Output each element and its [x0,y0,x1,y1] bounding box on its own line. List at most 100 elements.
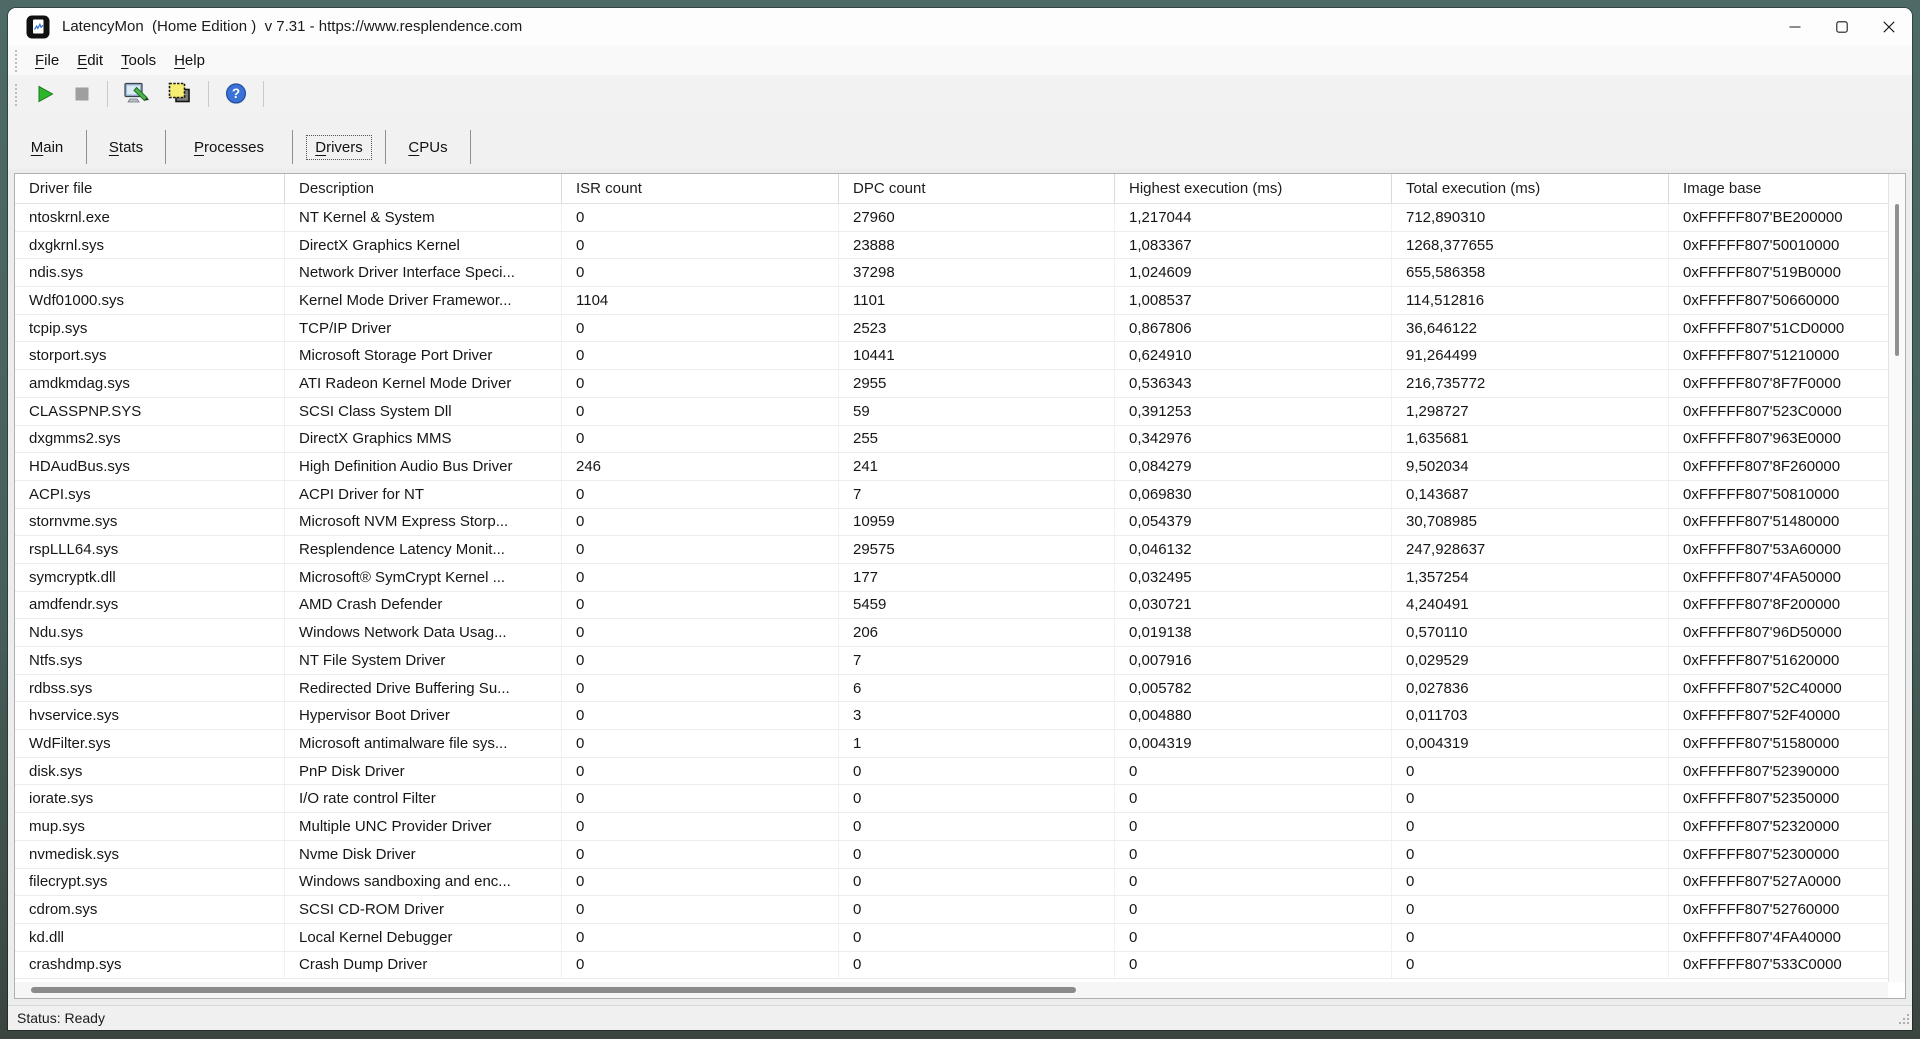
table-cell-dpc-count: 23888 [839,231,1115,259]
table-cell-total-execution: 0 [1392,785,1669,813]
table-row[interactable]: iorate.sys I/O rate control Filter 0 0 0… [15,785,1888,814]
column-header-isr-count[interactable]: ISR count [562,174,839,203]
table-row[interactable]: disk.sys PnP Disk Driver 0 0 0 0 0xFFFFF… [15,757,1888,786]
table-cell-isr-count: 0 [562,425,839,453]
table-row[interactable]: filecrypt.sys Windows sandboxing and enc… [15,868,1888,897]
table-row[interactable]: rdbss.sys Redirected Drive Buffering Su.… [15,674,1888,703]
table-cell-total-execution: 1,298727 [1392,397,1669,425]
maximize-button[interactable] [1818,8,1865,45]
vertical-scrollbar[interactable] [1888,174,1905,982]
table-row[interactable]: Ntfs.sys NT File System Driver 0 7 0,007… [15,647,1888,675]
column-header-image-base[interactable]: Image base [1669,174,1905,203]
horizontal-scrollbar-thumb[interactable] [31,987,1076,993]
table-row[interactable]: ndis.sys Network Driver Interface Speci.… [15,259,1888,288]
table-cell-dpc-count: 0 [839,951,1115,979]
table-row[interactable]: mup.sys Multiple UNC Provider Driver 0 0… [15,813,1888,841]
table-row[interactable]: tcpip.sys TCP/IP Driver 0 2523 0,867806 … [15,314,1888,343]
table-row[interactable]: kd.dll Local Kernel Debugger 0 0 0 0 0xF… [15,923,1888,952]
tab-stats[interactable]: Stats [87,130,166,164]
column-header-highest-execution[interactable]: Highest execution (ms) [1115,174,1392,203]
table-cell-driver-file: HDAudBus.sys [15,453,285,480]
tab-drivers[interactable]: Drivers [293,130,386,164]
table-cell-isr-count: 1104 [562,287,839,314]
drag-gripper[interactable] [14,82,19,106]
table-cell-highest-execution: 1,083367 [1115,231,1392,259]
table-cell-dpc-count: 0 [839,923,1115,951]
drag-gripper[interactable] [14,48,19,72]
table-row[interactable]: amdfendr.sys AMD Crash Defender 0 5459 0… [15,591,1888,620]
table-row[interactable]: nvmedisk.sys Nvme Disk Driver 0 0 0 0 0x… [15,840,1888,869]
table-row[interactable]: cdrom.sys SCSI CD-ROM Driver 0 0 0 0 0xF… [15,896,1888,924]
table-row[interactable]: CLASSPNP.SYS SCSI Class System Dll 0 59 … [15,397,1888,426]
table-cell-isr-count: 0 [562,840,839,868]
tab-cpus[interactable]: CPUs [386,130,471,164]
column-header-driver-file[interactable]: Driver file [15,174,285,203]
table-row[interactable]: dxgkrnl.sys DirectX Graphics Kernel 0 23… [15,231,1888,260]
table-row[interactable]: storport.sys Microsoft Storage Port Driv… [15,342,1888,371]
table-cell-description: ACPI Driver for NT [285,480,562,508]
table-cell-isr-count: 0 [562,314,839,342]
table-cell-isr-count: 0 [562,536,839,563]
table-cell-dpc-count: 0 [839,757,1115,785]
table-cell-driver-file: stornvme.sys [15,508,285,536]
table-cell-dpc-count: 6 [839,674,1115,702]
column-header-dpc-count[interactable]: DPC count [839,174,1115,203]
table-row[interactable]: hvservice.sys Hypervisor Boot Driver 0 3… [15,702,1888,731]
table-cell-highest-execution: 1,008537 [1115,287,1392,314]
help-button[interactable]: ? [218,80,254,108]
table-row[interactable]: WdFilter.sys Microsoft antimalware file … [15,730,1888,758]
table-cell-highest-execution: 0 [1115,896,1392,923]
table-cell-dpc-count: 3 [839,702,1115,730]
table-cell-image-base: 0xFFFFF807'4FA40000 [1683,928,1841,946]
table-cell-image-base: 0xFFFFF807'52320000 [1683,817,1840,835]
table-cell-dpc-count: 241 [839,453,1115,480]
copy-report-button[interactable] [161,80,199,108]
table-row[interactable]: stornvme.sys Microsoft NVM Express Storp… [15,508,1888,537]
horizontal-scrollbar[interactable] [15,982,1888,998]
table-cell-image-base: 0xFFFFF807'52F40000 [1683,707,1841,725]
table-cell-image-base: 0xFFFFF807'53A60000 [1683,541,1841,559]
table-cell-total-execution: 655,586358 [1392,259,1669,287]
menu-edit[interactable]: Edit [68,49,112,72]
table-row[interactable]: ACPI.sys ACPI Driver for NT 0 7 0,069830… [15,480,1888,509]
table-cell-description: Network Driver Interface Speci... [285,259,562,287]
column-header-description[interactable]: Description [285,174,562,203]
minimize-button[interactable] [1771,8,1818,45]
vertical-scrollbar-thumb[interactable] [1895,204,1899,356]
table-row[interactable]: Ndu.sys Windows Network Data Usag... 0 2… [15,619,1888,647]
table-cell-isr-count: 0 [562,951,839,979]
close-button[interactable] [1865,8,1912,45]
column-header-total-execution[interactable]: Total execution (ms) [1392,174,1669,203]
table-row[interactable]: HDAudBus.sys High Definition Audio Bus D… [15,453,1888,481]
table-cell-image-base: 0xFFFFF807'50660000 [1683,291,1840,309]
table-cell-highest-execution: 0 [1115,785,1392,813]
table-row[interactable]: Wdf01000.sys Kernel Mode Driver Framewor… [15,287,1888,315]
table-cell-description: Windows sandboxing and enc... [285,868,562,896]
tab-stats-label: S [108,138,119,156]
edit-options-button[interactable] [117,79,157,109]
table-row[interactable]: rspLLL64.sys Resplendence Latency Monit.… [15,536,1888,564]
table-row[interactable]: amdkmdag.sys ATI Radeon Kernel Mode Driv… [15,370,1888,398]
stop-monitor-button[interactable] [66,82,98,106]
resize-grip[interactable] [1896,1011,1910,1028]
table-cell-dpc-count: 27960 [839,204,1115,231]
table-cell-total-execution: 712,890310 [1392,204,1669,231]
help-question-icon: ? [226,83,246,104]
menu-help[interactable]: Help [165,49,214,72]
table-row[interactable]: dxgmms2.sys DirectX Graphics MMS 0 255 0… [15,425,1888,454]
menu-tools[interactable]: Tools [112,49,165,72]
table-row[interactable]: symcryptk.dll Microsoft® SymCrypt Kernel… [15,563,1888,592]
table-cell-dpc-count: 177 [839,563,1115,591]
table-cell-image-base: 0xFFFFF807'8F7F0000 [1683,374,1841,392]
table-cell-dpc-count: 7 [839,647,1115,674]
menu-file[interactable]: File [26,49,68,72]
table-row[interactable]: crashdmp.sys Crash Dump Driver 0 0 0 0 0… [15,951,1888,980]
tab-processes[interactable]: Processes [166,130,293,164]
table-row[interactable]: ntoskrnl.exe NT Kernel & System 0 27960 … [15,204,1888,232]
table-header: Driver file Description ISR count DPC co… [15,174,1905,204]
tab-drivers-label-rest: rivers [326,138,363,156]
table-cell-image-base: 0xFFFFF807'52390000 [1683,762,1840,780]
tab-main[interactable]: Main [8,130,87,164]
start-monitor-button[interactable] [28,82,62,106]
table-cell-dpc-count: 1101 [839,287,1115,314]
